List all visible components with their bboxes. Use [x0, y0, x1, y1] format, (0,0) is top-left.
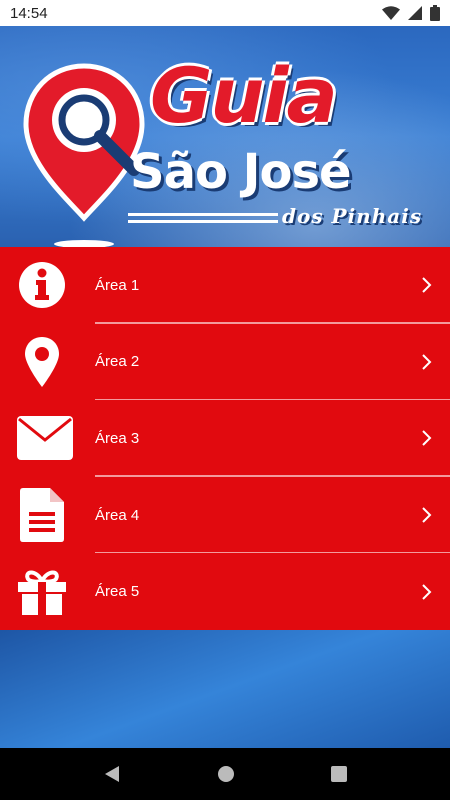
info-icon — [16, 259, 68, 311]
background-area — [0, 630, 450, 748]
chevron-right-icon — [422, 507, 432, 523]
menu-item-label: Área 5 — [95, 583, 140, 601]
recents-icon[interactable] — [331, 766, 347, 782]
signal-icon — [408, 6, 422, 20]
home-icon[interactable] — [217, 765, 235, 783]
status-time: 14:54 — [10, 4, 48, 22]
envelope-icon — [16, 412, 74, 464]
chevron-right-icon — [422, 583, 432, 600]
menu-item-area-4[interactable]: Área 4 — [0, 477, 450, 554]
chevron-right-icon — [422, 277, 432, 294]
menu-item-area-3[interactable]: Área 3 — [0, 400, 450, 477]
menu-item-area-1[interactable]: Área 1 — [0, 247, 450, 324]
chevron-right-icon — [422, 354, 432, 370]
logo-title: Guia — [150, 51, 338, 140]
back-icon[interactable] — [103, 765, 121, 783]
chevron-right-icon — [422, 430, 432, 447]
location-pin-icon — [16, 336, 68, 388]
logo-city: São José — [130, 144, 352, 200]
system-nav-bar — [0, 748, 450, 800]
menu-item-area-5[interactable]: Área 5 — [0, 553, 450, 630]
gift-icon — [16, 566, 68, 618]
menu-item-label: Área 1 — [95, 276, 140, 294]
menu-item-area-2[interactable]: Área 2 — [0, 324, 450, 401]
menu-item-label: Área 4 — [95, 506, 140, 524]
logo-underline — [128, 213, 278, 216]
menu-item-label: Área 2 — [95, 353, 140, 371]
main-menu: Área 1 Área 2 Área 3 Área 4 Área 5 — [0, 247, 450, 630]
menu-item-label: Área 3 — [95, 429, 140, 447]
status-icons — [382, 5, 440, 21]
battery-icon — [430, 5, 440, 21]
status-bar: 14:54 — [0, 0, 450, 26]
wifi-icon — [382, 6, 400, 20]
logo-subtitle: dos Pinhais — [282, 204, 423, 228]
header-banner: Guia São José dos Pinhais — [0, 26, 450, 247]
document-icon — [16, 488, 68, 543]
logo-underline-2 — [128, 220, 278, 223]
